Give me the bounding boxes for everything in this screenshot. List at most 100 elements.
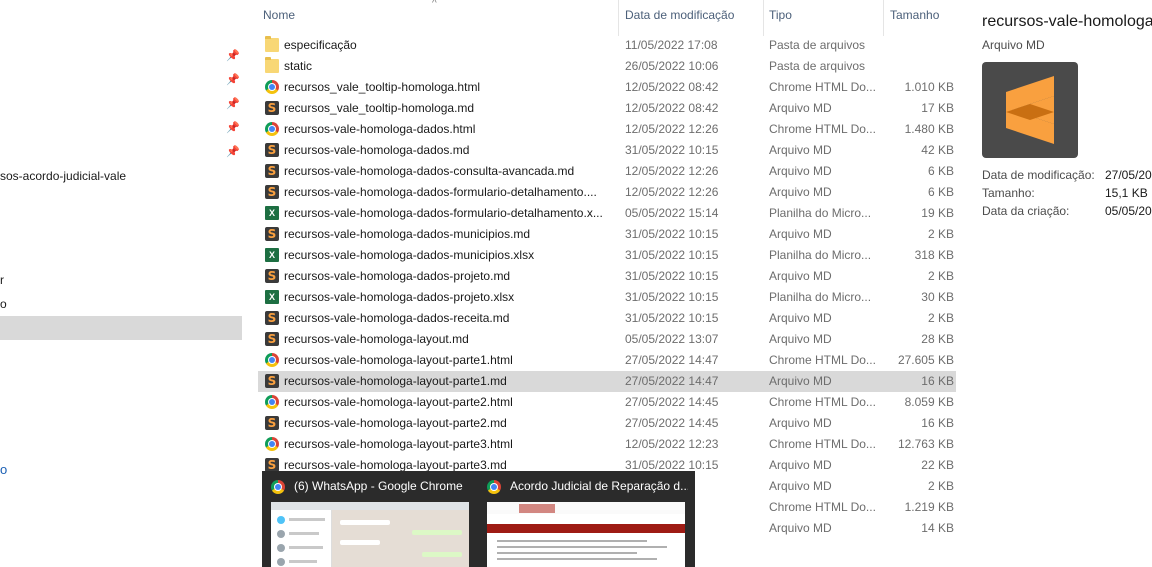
sublime-icon [265, 227, 279, 241]
pin-icon[interactable]: 📌 [226, 49, 240, 63]
file-type: Pasta de arquivos [769, 38, 866, 52]
file-date: 12/05/2022 08:42 [625, 80, 719, 94]
file-type: Arquivo MD [769, 416, 832, 430]
sublime-icon [265, 101, 279, 115]
file-size: 30 KB [921, 290, 954, 304]
column-header-date[interactable]: Data de modificação [625, 8, 734, 22]
taskbar-preview-acordo[interactable]: Acordo Judicial de Reparação d... [478, 471, 694, 567]
window-thumbnail[interactable] [487, 502, 685, 567]
file-date: 31/05/2022 10:15 [625, 311, 719, 325]
file-date: 12/05/2022 12:26 [625, 164, 719, 178]
file-size: 318 KB [914, 248, 954, 262]
file-name: recursos-vale-homologa-dados-consulta-av… [284, 164, 575, 178]
file-row[interactable]: recursos-vale-homologa-dados-formulario-… [258, 182, 956, 203]
file-date: 12/05/2022 12:26 [625, 122, 719, 136]
file-row[interactable]: recursos_vale_tooltip-homologa.html 12/05… [258, 77, 956, 98]
window-thumbnail[interactable] [271, 502, 469, 567]
file-row[interactable]: recursos-vale-homologa-layout-parte1.md 2… [258, 371, 956, 392]
excel-icon [265, 206, 279, 220]
file-row[interactable]: recursos-vale-homologa-layout-parte1.htm… [258, 350, 956, 371]
sublime-icon [265, 143, 279, 157]
file-row[interactable]: recursos_vale_tooltip-homologa.md 12/05/2… [258, 98, 956, 119]
file-row[interactable]: recursos-vale-homologa-dados-projeto.xls… [258, 287, 956, 308]
preview-prop-value: 05/05/20 [1105, 204, 1152, 218]
file-type: Planilha do Micro... [769, 290, 872, 304]
file-size: 12.763 KB [897, 437, 954, 451]
file-type: Arquivo MD [769, 458, 832, 472]
taskbar-thumbnail-popup: (6) WhatsApp - Google Chrome Acordo Judi… [262, 471, 695, 567]
pin-icon[interactable]: 📌 [226, 121, 240, 135]
column-header-name[interactable]: Nome [263, 8, 295, 22]
file-name: recursos_vale_tooltip-homologa.html [284, 80, 481, 94]
nav-item-link[interactable]: o [0, 462, 7, 477]
file-size: 1.480 KB [904, 122, 954, 136]
file-size: 1.219 KB [904, 500, 954, 514]
file-name: recursos-vale-homologa-dados-projeto.md [284, 269, 511, 283]
file-row[interactable]: recursos-vale-homologa-dados-receita.md 3… [258, 308, 956, 329]
file-name: recursos-vale-homologa-layout-parte2.md [284, 416, 507, 430]
file-type: Chrome HTML Do... [769, 122, 876, 136]
preview-prop-label: Data da criação: [982, 204, 1070, 218]
file-row[interactable]: recursos-vale-homologa-dados-consulta-av… [258, 161, 956, 182]
file-row[interactable]: recursos-vale-homologa-dados-municipios.… [258, 245, 956, 266]
column-header-size[interactable]: Tamanho [890, 8, 939, 22]
taskbar-preview-title: (6) WhatsApp - Google Chrome [294, 479, 463, 493]
file-type: Chrome HTML Do... [769, 437, 876, 451]
folder-icon [265, 36, 279, 52]
file-row[interactable]: especificação 11/05/2022 17:08 Pasta de ar… [258, 35, 956, 56]
sublime-icon [265, 185, 279, 199]
file-size: 27.605 KB [897, 353, 954, 367]
file-type: Arquivo MD [769, 101, 832, 115]
chrome-icon [265, 122, 279, 136]
chrome-icon [265, 353, 279, 367]
file-type: Planilha do Micro... [769, 248, 872, 262]
file-type: Arquivo MD [769, 185, 832, 199]
file-row[interactable]: recursos-vale-homologa-dados.html 12/05/2… [258, 119, 956, 140]
file-type: Arquivo MD [769, 521, 832, 535]
nav-item-selected[interactable] [0, 316, 242, 340]
sublime-icon [265, 311, 279, 325]
nav-item-folder[interactable]: r [0, 273, 4, 287]
file-row[interactable]: recursos-vale-homologa-dados-municipios.… [258, 224, 956, 245]
file-name: recursos-vale-homologa-layout-parte2.htm… [284, 395, 513, 409]
pin-icon[interactable]: 📌 [226, 97, 240, 111]
excel-icon [265, 290, 279, 304]
file-name: recursos-vale-homologa-dados-formulario-… [284, 185, 597, 199]
file-name: especificação [284, 38, 357, 52]
nav-item-folder[interactable]: sos-acordo-judicial-vale [0, 169, 126, 183]
file-date: 12/05/2022 08:42 [625, 101, 719, 115]
column-header-type[interactable]: Tipo [769, 8, 792, 22]
file-date: 27/05/2022 14:45 [625, 395, 719, 409]
column-divider[interactable] [618, 0, 619, 36]
file-date: 11/05/2022 17:08 [625, 38, 718, 52]
file-date: 05/05/2022 15:14 [625, 206, 719, 220]
column-divider[interactable] [883, 0, 884, 36]
file-size: 16 KB [921, 416, 954, 430]
file-type: Arquivo MD [769, 332, 832, 346]
taskbar-preview-whatsapp[interactable]: (6) WhatsApp - Google Chrome [262, 471, 478, 567]
file-row[interactable]: recursos-vale-homologa-layout-parte3.htm… [258, 434, 956, 455]
file-row[interactable]: static 26/05/2022 10:06 Pasta de arquivos [258, 56, 956, 77]
chrome-icon [265, 437, 279, 451]
column-divider[interactable] [763, 0, 764, 36]
chrome-icon [265, 80, 279, 94]
file-type: Chrome HTML Do... [769, 395, 876, 409]
file-name: static [284, 59, 313, 73]
pin-icon[interactable]: 📌 [226, 145, 240, 159]
file-date: 05/05/2022 13:07 [625, 332, 719, 346]
file-date: 31/05/2022 10:15 [625, 143, 719, 157]
file-name: recursos-vale-homologa-dados-municipios.… [284, 248, 535, 262]
file-size: 19 KB [921, 206, 954, 220]
nav-item-folder[interactable]: o [0, 297, 7, 311]
file-type: Arquivo MD [769, 143, 832, 157]
file-size: 1.010 KB [904, 80, 954, 94]
sublime-icon [265, 416, 279, 430]
pin-icon[interactable]: 📌 [226, 73, 240, 87]
file-row[interactable]: recursos-vale-homologa-dados-projeto.md 3… [258, 266, 956, 287]
file-date: 31/05/2022 10:15 [625, 227, 719, 241]
file-row[interactable]: recursos-vale-homologa-dados-formulario-… [258, 203, 956, 224]
file-row[interactable]: recursos-vale-homologa-layout.md 05/05/20… [258, 329, 956, 350]
file-row[interactable]: recursos-vale-homologa-layout-parte2.htm… [258, 392, 956, 413]
file-row[interactable]: recursos-vale-homologa-dados.md 31/05/202… [258, 140, 956, 161]
file-row[interactable]: recursos-vale-homologa-layout-parte2.md 2… [258, 413, 956, 434]
